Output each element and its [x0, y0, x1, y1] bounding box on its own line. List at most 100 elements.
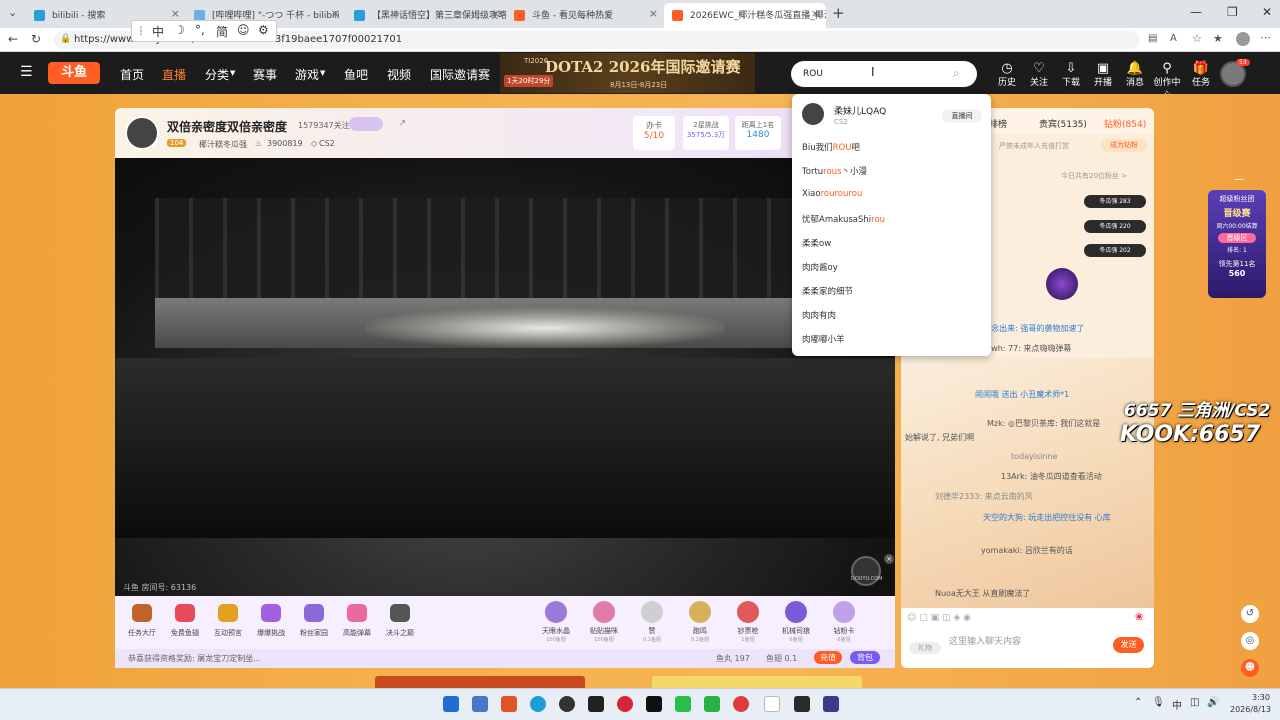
nav-home[interactable]: 首页 [120, 66, 144, 83]
gift-item-icon[interactable] [545, 601, 567, 623]
close-window-icon[interactable]: ✕ [1262, 5, 1272, 19]
suggestion-streamer-name[interactable]: 柔妹儿LQAQ [834, 104, 886, 117]
suggestion-item[interactable]: Biu我们ROU吧 [802, 141, 860, 153]
suggestion-item[interactable]: 肉肉酱oy [802, 261, 838, 273]
ime-script[interactable]: 简 [216, 23, 228, 40]
favorite-star-icon[interactable]: ☆ [1192, 32, 1202, 45]
gift-item-icon[interactable] [641, 601, 663, 623]
start-icon[interactable] [443, 696, 459, 712]
taskbar-app-icon[interactable] [823, 696, 839, 712]
suggestion-item[interactable]: 柔柔家的细节 [802, 285, 853, 297]
reload-icon[interactable]: ↻ [31, 32, 41, 46]
network-icon[interactable]: ◫ [1190, 697, 1199, 708]
menu-icon[interactable]: ☰ [20, 64, 33, 80]
taskbar-app-icon[interactable] [472, 696, 488, 712]
new-tab-icon[interactable]: + [832, 4, 845, 22]
feature-label[interactable]: 互动预言 [208, 628, 248, 638]
taskbar-app-icon[interactable] [646, 696, 662, 712]
broadcast-button[interactable]: ▣ 开播 [1088, 62, 1118, 88]
chat-input[interactable]: 这里输入聊天内容 [949, 634, 1021, 647]
nav-events[interactable]: 赛事 [253, 66, 277, 83]
gift-item-icon[interactable] [593, 601, 615, 623]
search-box[interactable]: ROU I ⌕ [791, 61, 977, 87]
gift-item-icon[interactable] [785, 601, 807, 623]
ime-emoji-icon[interactable]: ☺ [237, 23, 250, 37]
search-icon[interactable]: ⌕ [953, 66, 960, 81]
maximize-icon[interactable]: ❐ [1227, 5, 1238, 19]
nav-games[interactable]: 游戏 [295, 66, 319, 83]
close-icon[interactable]: × [811, 7, 820, 20]
suggestion-item[interactable]: 肉肉有肉 [802, 309, 836, 321]
feature-label[interactable]: 决斗之巅 [380, 628, 420, 638]
suggestion-item[interactable]: 柔柔ow [802, 237, 831, 249]
feature-icon[interactable] [132, 604, 152, 622]
gift-name[interactable]: 钞票枪 [727, 626, 769, 636]
tray-ime[interactable]: 中 [1172, 697, 1182, 712]
stat-card[interactable]: 2星挑战 3575/5.3万 [683, 116, 729, 150]
taskbar-app-icon[interactable] [588, 696, 604, 712]
tasks-button[interactable]: 🎁 任务 [1186, 62, 1216, 88]
reward-notice[interactable]: 恭喜获得资格奖励: 屠龙宝刀定制坐... [128, 653, 261, 664]
ti-banner[interactable]: TI2026 DOTA2 2026年国际邀请赛 1天20时29分 8月13日-8… [500, 53, 755, 93]
gift-item-icon[interactable] [689, 601, 711, 623]
super-fan-panel[interactable]: 超级粉丝团 晋级赛 周六00:00结算 晋级区 排名: 1 领先第11名 560 [1208, 190, 1266, 298]
tab-vip[interactable]: 贵宾(5135) [1039, 117, 1087, 130]
feature-icon[interactable] [390, 604, 410, 622]
send-button[interactable]: 发送 [1113, 637, 1144, 653]
netease-music-icon[interactable] [617, 696, 633, 712]
close-icon[interactable]: × [649, 7, 658, 20]
settings-side-icon[interactable]: ◎ [1241, 632, 1259, 650]
tab-rank[interactable]: 排榜 [989, 117, 1007, 130]
wechat-icon[interactable] [704, 696, 720, 712]
gift-name[interactable]: 跑鸣 [679, 626, 721, 636]
feature-label[interactable]: 免费鱼翅 [165, 628, 205, 638]
history-button[interactable]: ◷ 历史 [992, 62, 1022, 88]
notepad-icon[interactable] [764, 696, 780, 712]
bottom-banner-left[interactable] [375, 676, 585, 688]
gift-item-icon[interactable] [833, 601, 855, 623]
feature-icon[interactable] [218, 604, 238, 622]
bottom-banner-right[interactable] [652, 676, 862, 688]
emoji-icon[interactable]: ☺ ▢ ▣ ◫ ◈ ◉ [907, 613, 971, 623]
feature-label[interactable]: 爆爆挑战 [251, 628, 291, 638]
ime-mode[interactable]: 中 [152, 23, 164, 40]
share-icon[interactable]: ↗ [398, 118, 406, 129]
ime-handle-icon[interactable]: ⁞ [139, 24, 143, 38]
feature-label[interactable]: 任务大厅 [122, 628, 162, 638]
history-side-icon[interactable]: ↺ [1241, 605, 1259, 623]
nav-fishbar[interactable]: 鱼吧 [344, 66, 368, 83]
suggestion-item[interactable]: Torturous丶小漫 [802, 165, 867, 177]
become-fan-button[interactable]: 成为钻粉 [1101, 139, 1147, 152]
back-icon[interactable]: ← [8, 32, 18, 46]
suggestion-item[interactable]: 肉嘟嘟小羊 [802, 333, 845, 345]
taskbar-app-icon[interactable] [733, 696, 749, 712]
gift-name[interactable]: 钻粉卡 [823, 626, 865, 636]
gift-name[interactable]: 天眼水晶 [535, 626, 577, 636]
gift-item-icon[interactable] [737, 601, 759, 623]
recharge-button[interactable]: 充值 [814, 651, 842, 664]
suggestion-item[interactable]: Xiaorourourou [802, 189, 862, 199]
tab-diamond-fans[interactable]: 钻粉(854) [1104, 117, 1146, 130]
gift-name[interactable]: 机械司狼 [775, 626, 817, 636]
collections-icon[interactable]: ★ [1213, 32, 1223, 45]
browser-tab-4[interactable]: 斗鱼 - 看见每种热爱 × [506, 3, 664, 28]
taskbar-app-icon[interactable] [675, 696, 691, 712]
nav-live[interactable]: 直播 [162, 66, 186, 83]
streamer-name[interactable]: 椰汁糕冬瓜强 [199, 139, 247, 150]
microphone-icon[interactable]: 🎙 [1152, 697, 1165, 708]
ime-moon-icon[interactable]: ☽ [174, 23, 185, 37]
clock-date[interactable]: 2026/8/13 [1230, 705, 1271, 714]
close-icon[interactable]: × [884, 554, 894, 564]
translate-icon[interactable]: A [1170, 33, 1177, 44]
download-button[interactable]: ⇩ 下载 [1056, 62, 1086, 88]
messages-button[interactable]: 🔔 消息 [1120, 62, 1150, 88]
gift-icon[interactable]: ❀ [1135, 612, 1143, 623]
edge-icon[interactable] [530, 696, 546, 712]
ime-settings-icon[interactable]: ⚙ [258, 23, 269, 37]
streamer-avatar[interactable] [125, 116, 159, 150]
taskbar-app-icon[interactable] [559, 696, 575, 712]
reader-icon[interactable]: ▤ [1148, 33, 1157, 44]
gift-name[interactable]: 赞 [631, 626, 673, 636]
nav-video[interactable]: 视频 [387, 66, 411, 83]
follow-badge[interactable] [349, 117, 383, 131]
